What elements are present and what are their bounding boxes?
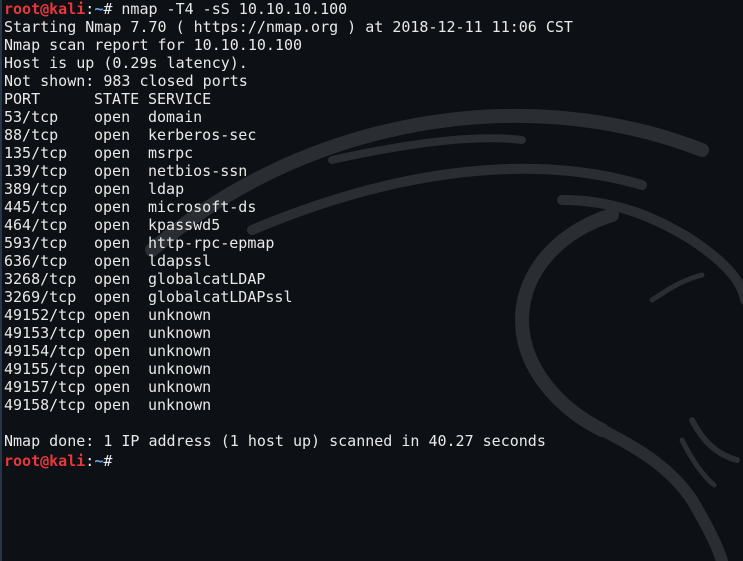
prompt-user: root@kali [4, 0, 86, 18]
service-cell: microsoft-ds [148, 198, 257, 216]
port-row: 88/tcp open kerberos-sec [4, 126, 743, 144]
header-state: STATE [94, 90, 140, 108]
header-service: SERVICE [148, 90, 212, 108]
port-cell: 49152/tcp [4, 306, 86, 324]
prompt-separator: : [85, 0, 95, 18]
state-cell: open [94, 378, 131, 396]
port-cell: 49158/tcp [4, 396, 86, 414]
state-cell: open [94, 270, 131, 288]
port-cell: 53/tcp [4, 108, 59, 126]
service-cell: globalcatLDAPssl [148, 288, 293, 306]
state-cell: open [94, 198, 131, 216]
prompt-user: root@kali [4, 452, 86, 470]
state-cell: open [94, 252, 131, 270]
port-cell: 49157/tcp [4, 378, 86, 396]
service-cell: netbios-ssn [148, 162, 248, 180]
port-row: 49152/tcp open unknown [4, 306, 743, 324]
port-cell: 49155/tcp [4, 360, 86, 378]
state-cell: open [94, 144, 131, 162]
port-cell: 593/tcp [4, 234, 68, 252]
prompt-line[interactable]: root@kali:~# [4, 450, 743, 470]
service-cell: unknown [148, 360, 212, 378]
service-cell: unknown [148, 306, 212, 324]
header-port: PORT [4, 90, 41, 108]
service-cell: ldap [148, 180, 185, 198]
service-cell: kpasswd5 [148, 216, 221, 234]
port-row: 636/tcp open ldapssl [4, 252, 743, 270]
port-cell: 139/tcp [4, 162, 68, 180]
port-row: 389/tcp open ldap [4, 180, 743, 198]
state-cell: open [94, 342, 131, 360]
port-row: 49158/tcp open unknown [4, 396, 743, 414]
port-row: 464/tcp open kpasswd5 [4, 216, 743, 234]
port-cell: 135/tcp [4, 144, 68, 162]
service-cell: domain [148, 108, 203, 126]
port-cell: 3268/tcp [4, 270, 77, 288]
state-cell: open [94, 306, 131, 324]
port-row: 3268/tcp open globalcatLDAP [4, 270, 743, 288]
output-line-not-shown: Not shown: 983 closed ports [4, 72, 248, 90]
port-row: 139/tcp open netbios-ssn [4, 162, 743, 180]
state-cell: open [94, 126, 131, 144]
port-row: 593/tcp open http-rpc-epmap [4, 234, 743, 252]
port-row: 49153/tcp open unknown [4, 324, 743, 342]
state-cell: open [94, 324, 131, 342]
state-cell: open [94, 234, 131, 252]
prompt-symbol: # [103, 452, 122, 470]
port-cell: 389/tcp [4, 180, 68, 198]
service-cell: unknown [148, 396, 212, 414]
port-row: 49155/tcp open unknown [4, 360, 743, 378]
output-line-done: Nmap done: 1 IP address (1 host up) scan… [4, 432, 546, 450]
command-line: root@kali:~# nmap -T4 -sS 10.10.10.100 [4, 0, 743, 18]
port-row: 49157/tcp open unknown [4, 378, 743, 396]
service-cell: unknown [148, 342, 212, 360]
terminal-output: root@kali:~# nmap -T4 -sS 10.10.10.100 S… [4, 0, 743, 561]
service-cell: msrpc [148, 144, 194, 162]
state-cell: open [94, 396, 131, 414]
port-cell: 49153/tcp [4, 324, 86, 342]
state-cell: open [94, 180, 131, 198]
prompt-symbol: # [103, 0, 122, 18]
state-cell: open [94, 216, 131, 234]
port-row: 53/tcp open domain [4, 108, 743, 126]
service-cell: kerberos-sec [148, 126, 257, 144]
port-row: 3269/tcp open globalcatLDAPssl [4, 288, 743, 306]
output-line-start: Starting Nmap 7.70 ( https://nmap.org ) … [4, 18, 573, 36]
cursor[interactable] [121, 450, 130, 466]
port-table-rows: 53/tcp open domain 88/tcp open kerberos-sec 13… [4, 108, 743, 414]
output-line-report: Nmap scan report for 10.10.10.100 [4, 36, 303, 54]
port-cell: 464/tcp [4, 216, 68, 234]
state-cell: open [94, 288, 131, 306]
service-cell: unknown [148, 378, 212, 396]
port-row: 445/tcp open microsoft-ds [4, 198, 743, 216]
port-row: 49154/tcp open unknown [4, 342, 743, 360]
port-row: 135/tcp open msrpc [4, 144, 743, 162]
command-text: nmap -T4 -sS 10.10.10.100 [121, 0, 348, 18]
service-cell: unknown [148, 324, 212, 342]
service-cell: globalcatLDAP [148, 270, 266, 288]
port-cell: 3269/tcp [4, 288, 77, 306]
port-cell: 88/tcp [4, 126, 59, 144]
prompt-separator: : [85, 452, 95, 470]
prompt-path: ~ [94, 0, 104, 18]
output-line-host: Host is up (0.29s latency). [4, 54, 248, 72]
port-cell: 49154/tcp [4, 342, 86, 360]
service-cell: http-rpc-epmap [148, 234, 275, 252]
service-cell: ldapssl [148, 252, 212, 270]
state-cell: open [94, 360, 131, 378]
state-cell: open [94, 108, 131, 126]
state-cell: open [94, 162, 131, 180]
port-cell: 445/tcp [4, 198, 68, 216]
port-cell: 636/tcp [4, 252, 68, 270]
prompt-path: ~ [94, 452, 104, 470]
terminal-window[interactable]: root@kali:~# nmap -T4 -sS 10.10.10.100 S… [0, 0, 743, 561]
port-table-header: PORT STATE SERVICE [4, 90, 743, 108]
